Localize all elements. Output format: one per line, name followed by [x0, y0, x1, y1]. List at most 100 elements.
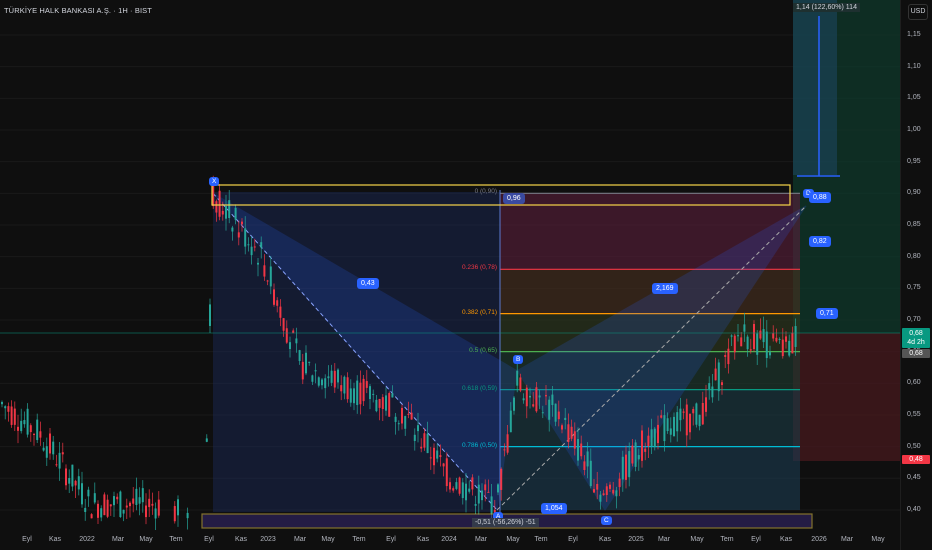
time-tick: Kas — [416, 536, 430, 543]
candle — [772, 333, 775, 339]
candle — [1, 401, 3, 405]
target-label-3[interactable]: 0,71 — [816, 308, 838, 319]
stop-price-badge: 0,48 — [902, 455, 930, 464]
candle — [113, 496, 115, 506]
pattern-point-x[interactable]: X — [209, 177, 220, 186]
candle — [39, 431, 42, 438]
candle — [631, 445, 634, 464]
candle — [477, 484, 480, 504]
candle — [247, 244, 250, 246]
pattern-point-b[interactable]: B — [513, 355, 524, 364]
candle — [423, 433, 426, 448]
candle — [52, 441, 55, 455]
candle — [612, 489, 615, 494]
fib-level-label: 0.786 (0,50) — [461, 441, 497, 449]
candle — [407, 413, 410, 415]
candle — [506, 434, 509, 453]
time-tick: Kas — [598, 536, 612, 543]
candle — [490, 496, 493, 514]
candle — [756, 333, 759, 355]
candle — [458, 477, 461, 494]
candle — [33, 433, 35, 435]
candle — [151, 503, 154, 506]
candle — [714, 368, 717, 381]
candle — [589, 460, 592, 487]
measure-box — [793, 0, 837, 175]
candle — [65, 468, 67, 486]
candle — [7, 406, 10, 412]
candle — [68, 478, 71, 484]
currency-button[interactable]: USD — [908, 4, 928, 20]
candle — [676, 412, 679, 432]
fib-level-label: 0.5 (0,65) — [469, 346, 497, 354]
target-label-2[interactable]: 0,82 — [809, 236, 831, 247]
time-tick: 2025 — [628, 536, 644, 543]
candle — [471, 477, 474, 490]
candle — [669, 428, 672, 435]
candle — [647, 435, 650, 447]
candle — [93, 493, 96, 503]
candle — [173, 506, 176, 522]
candle — [394, 416, 397, 422]
candle — [599, 494, 602, 502]
pattern-point-c[interactable]: C — [601, 516, 612, 525]
candle — [404, 416, 407, 429]
candle — [529, 395, 531, 398]
candle — [455, 482, 458, 489]
candle — [276, 300, 279, 306]
candle — [340, 385, 343, 392]
candle — [692, 409, 695, 414]
candle — [321, 379, 323, 386]
time-tick: Tem — [352, 536, 366, 543]
candle — [90, 514, 93, 519]
candle — [298, 350, 301, 361]
candle — [759, 330, 762, 339]
candle — [266, 280, 269, 282]
candle — [263, 265, 266, 277]
candle — [356, 380, 359, 405]
candle — [685, 404, 688, 436]
candle — [532, 404, 535, 407]
candle — [138, 497, 141, 504]
candle — [765, 331, 768, 359]
target-label-1[interactable]: 0,88 — [809, 192, 831, 203]
bar-countdown: 4d 2h — [907, 339, 925, 346]
candle — [218, 190, 221, 217]
candle — [378, 398, 381, 408]
price-tick: 0,45 — [907, 474, 921, 482]
candle — [116, 496, 119, 500]
time-tick: Mar — [840, 536, 854, 543]
candle — [36, 419, 39, 441]
prev-close-badge: 0,68 — [902, 349, 930, 358]
candle — [535, 387, 538, 412]
price-axis[interactable]: USD 1,15 1,10 1,05 1,00 0,95 0,90 0,85 0,80 0,75… — [900, 0, 932, 550]
candle — [634, 442, 637, 467]
candle — [372, 393, 375, 395]
candle — [337, 369, 339, 383]
candle — [10, 406, 13, 425]
ratio-xad: 0,96 — [503, 193, 525, 204]
price-tick: 0,55 — [907, 411, 921, 419]
price-tick: 1,05 — [907, 94, 921, 102]
candle — [154, 508, 157, 519]
time-tick: Eyl — [386, 536, 396, 543]
measure-top-label: 1,14 (122,60%) 114 — [793, 3, 860, 12]
candle — [81, 483, 83, 505]
candle — [794, 326, 797, 347]
candle — [279, 306, 282, 318]
price-chart[interactable] — [0, 0, 900, 530]
candle — [241, 221, 243, 225]
candle — [724, 355, 727, 357]
time-tick: Eyl — [22, 536, 32, 543]
candle — [106, 499, 109, 517]
time-tick: 2026 — [811, 536, 827, 543]
candle — [244, 228, 247, 247]
candle — [369, 386, 371, 400]
candle — [58, 452, 61, 469]
candle — [282, 318, 285, 331]
time-tick: 2023 — [260, 536, 276, 543]
candle — [135, 488, 138, 505]
candle — [567, 424, 570, 442]
candle — [125, 505, 128, 508]
price-tick: 0,90 — [907, 189, 921, 197]
